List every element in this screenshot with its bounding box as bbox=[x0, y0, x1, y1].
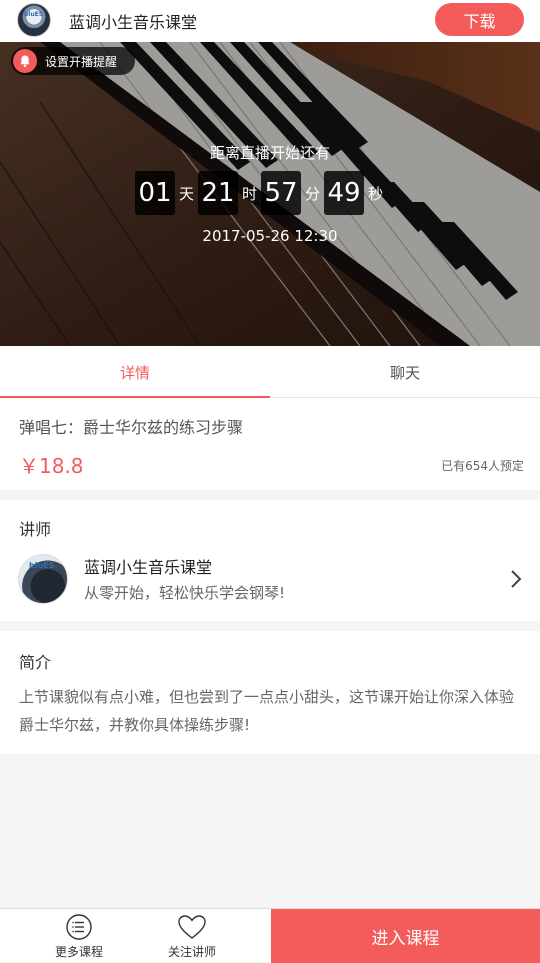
countdown-hours-unit: 时 bbox=[241, 184, 257, 203]
course-price: ￥18.8 bbox=[19, 454, 84, 478]
avatar-logo-text: bluES bbox=[24, 11, 44, 18]
countdown-minutes-unit: 分 bbox=[304, 184, 320, 203]
countdown-hours: 21 bbox=[198, 171, 238, 215]
intro-section: 简介 上节课貌似有点小难，但也尝到了一点点小甜头，这节课开始让你深入体验爵士华尔… bbox=[0, 631, 540, 754]
live-start-time: 2017-05-26 12:30 bbox=[202, 227, 338, 245]
intro-section-title: 简介 bbox=[19, 653, 52, 672]
bottom-action-bar: 更多课程 关注讲师 进入课程 bbox=[0, 908, 540, 963]
follow-teacher-label: 关注讲师 bbox=[167, 945, 216, 959]
intro-text: 上节课貌似有点小难，但也尝到了一点点小甜头，这节课开始让你深入体验爵士华尔兹，并… bbox=[19, 688, 515, 734]
teacher-avatar: bluES bbox=[18, 554, 68, 604]
bell-icon bbox=[13, 49, 37, 73]
course-name: 弹唱七：爵士华尔兹的练习步骤 bbox=[19, 418, 244, 437]
countdown-seconds-unit: 秒 bbox=[367, 184, 383, 203]
more-courses-label: 更多课程 bbox=[54, 945, 103, 959]
tab-chat[interactable]: 聊天 bbox=[270, 346, 540, 398]
teacher-description: 从零开始，轻松快乐学会钢琴! bbox=[84, 584, 286, 602]
countdown-days-unit: 天 bbox=[178, 184, 194, 203]
enter-course-button[interactable]: 进入课程 bbox=[271, 909, 540, 963]
teacher-section[interactable]: 讲师 bluES 蓝调小生音乐课堂 从零开始，轻松快乐学会钢琴! bbox=[0, 500, 540, 621]
course-info: 弹唱七：爵士华尔兹的练习步骤 ￥18.8 已有654人预定 bbox=[0, 398, 540, 490]
teacher-section-title: 讲师 bbox=[19, 520, 52, 539]
heart-icon bbox=[178, 915, 206, 939]
tab-details[interactable]: 详情 bbox=[0, 346, 270, 399]
countdown-days: 01 bbox=[135, 171, 175, 215]
download-button[interactable]: 下载 bbox=[435, 3, 524, 36]
countdown-caption: 距离直播开始还有 bbox=[209, 144, 330, 162]
countdown-timer: 01 天 21 时 57 分 49 秒 bbox=[135, 171, 387, 215]
more-courses-button[interactable]: 更多课程 bbox=[44, 909, 114, 962]
countdown-seconds: 49 bbox=[324, 171, 364, 215]
live-banner: 设置开播提醒 距离直播开始还有 01 天 21 时 57 分 49 秒 2017… bbox=[0, 42, 540, 346]
page-title: 蓝调小生音乐课堂 bbox=[69, 13, 198, 32]
teacher-avatar-logo-text: bluES bbox=[29, 561, 55, 570]
teacher-name: 蓝调小生音乐课堂 bbox=[84, 558, 213, 577]
booked-count: 已有654人预定 bbox=[441, 459, 524, 473]
list-icon bbox=[66, 914, 92, 940]
countdown-minutes: 57 bbox=[261, 171, 301, 215]
set-reminder-button[interactable]: 设置开播提醒 bbox=[11, 47, 135, 75]
avatar[interactable]: bluES bbox=[17, 3, 51, 37]
follow-teacher-button[interactable]: 关注讲师 bbox=[157, 909, 227, 962]
reminder-label: 设置开播提醒 bbox=[45, 54, 118, 69]
chevron-right-icon[interactable] bbox=[509, 568, 523, 590]
tab-bar: 详情 聊天 bbox=[0, 346, 540, 399]
app-header: bluES 蓝调小生音乐课堂 下载 bbox=[0, 0, 540, 42]
